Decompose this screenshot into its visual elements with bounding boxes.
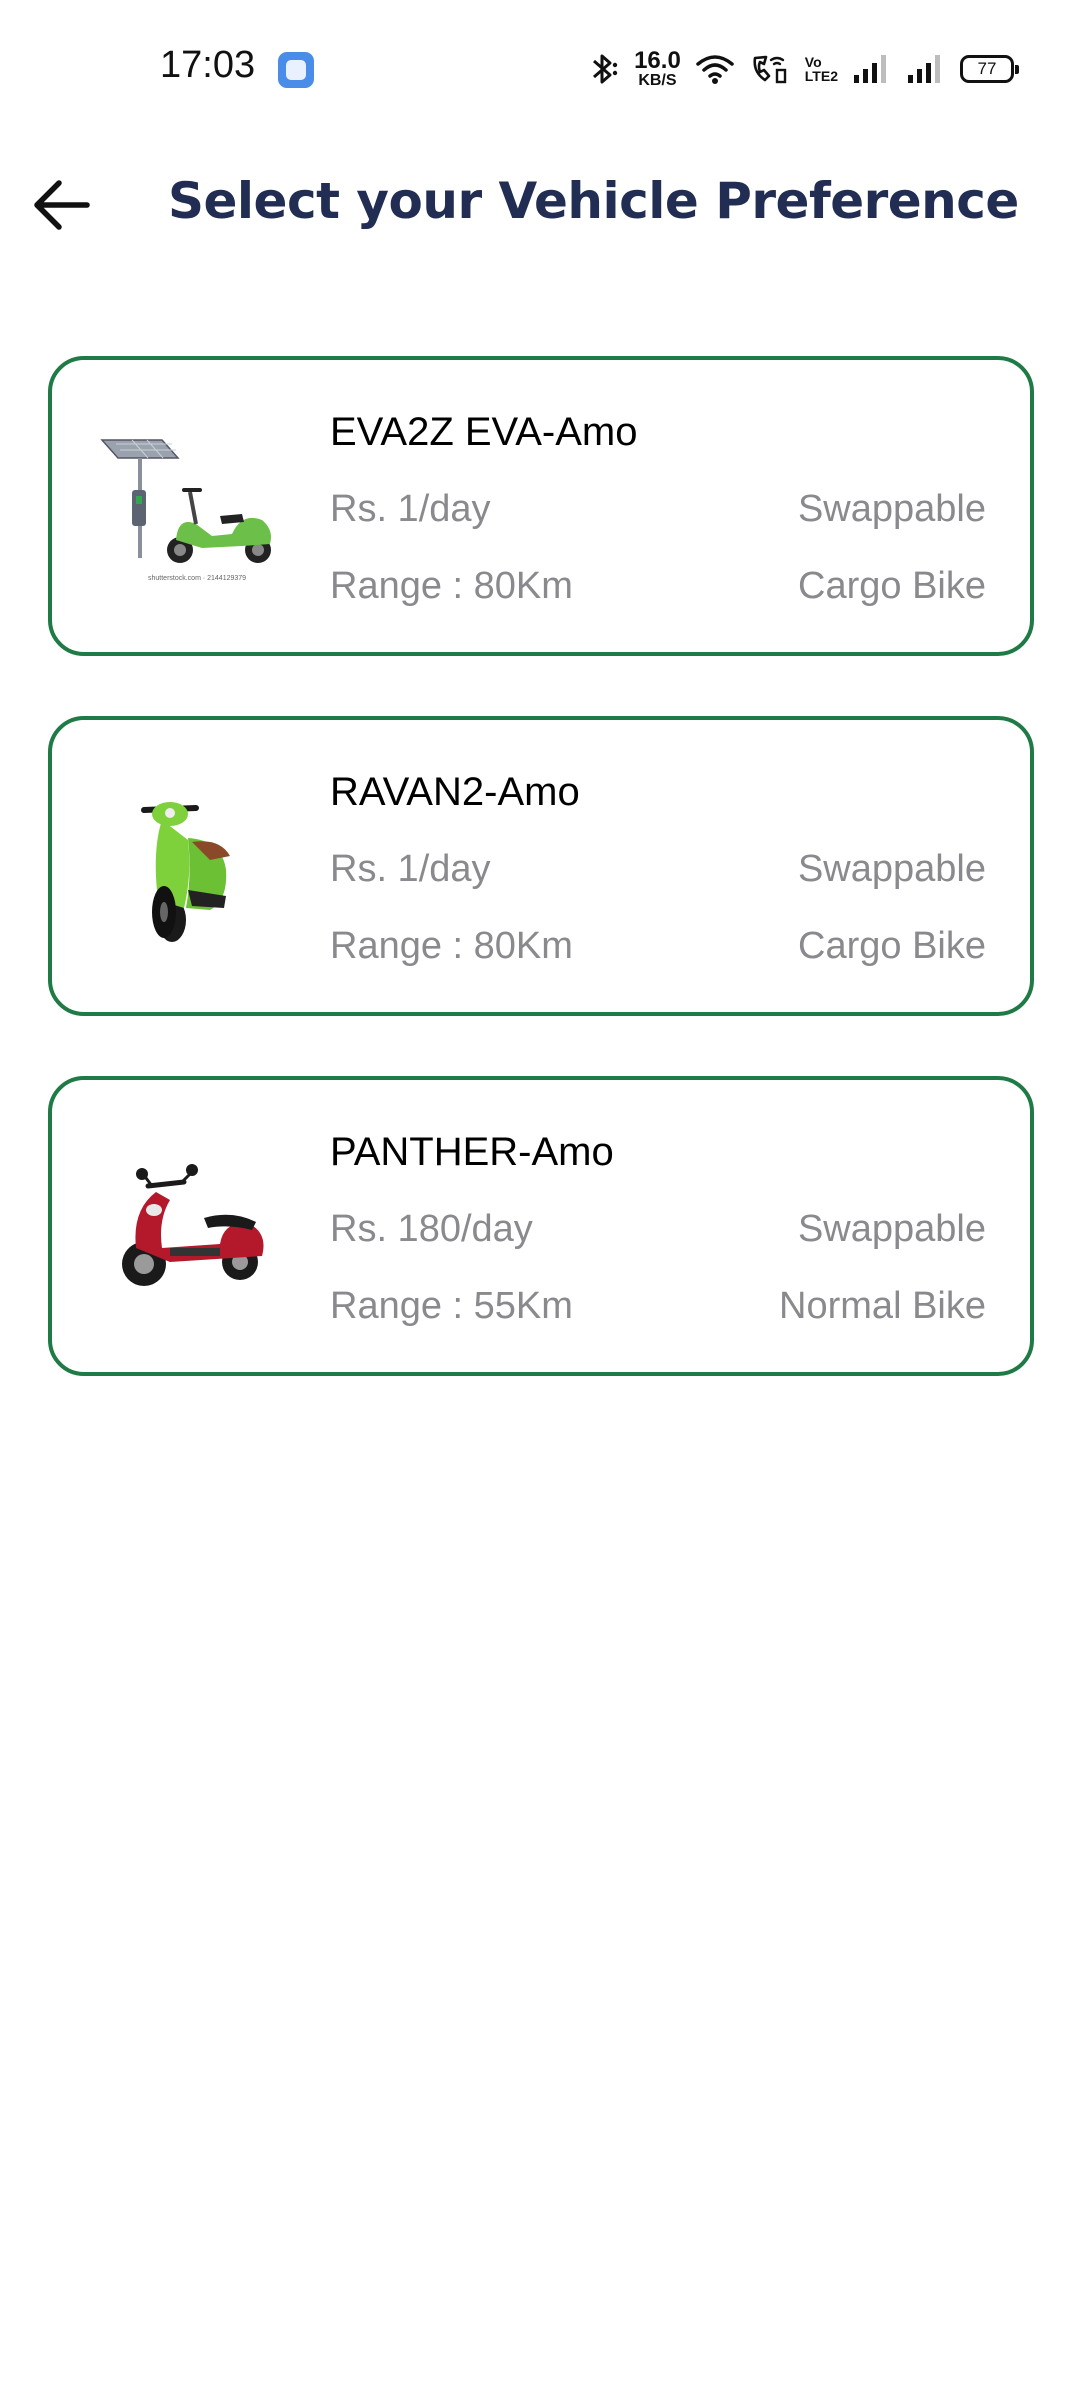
- arrow-left-icon: [34, 180, 90, 230]
- volte-indicator: Vo LTE2: [805, 55, 838, 83]
- vehicle-battery-type: Swappable: [797, 488, 986, 530]
- vehicle-card[interactable]: PANTHER-Amo Rs. 180/day Swappable Range …: [48, 1076, 1034, 1376]
- vehicle-image: [92, 780, 282, 950]
- status-time: 17:03: [160, 44, 256, 86]
- vehicle-category: Normal Bike: [779, 1285, 986, 1327]
- network-speed-unit: KB/S: [638, 72, 677, 89]
- red-scooter-image: [122, 1164, 264, 1286]
- network-speed: 16.0 KB/S: [634, 49, 681, 89]
- wifi-calling-icon: [753, 55, 786, 84]
- vehicle-price: Rs. 1/day: [330, 848, 491, 890]
- volte-top-label: Vo: [804, 54, 822, 70]
- green-scooter-front-image: [141, 802, 230, 942]
- vehicle-image: [92, 1140, 282, 1310]
- page-title: Select your Vehicle Preference: [168, 172, 1019, 230]
- vehicle-range: Range : 80Km: [330, 565, 573, 607]
- vehicle-price: Rs. 180/day: [330, 1208, 533, 1250]
- vehicle-name: EVA2Z EVA-Amo: [330, 410, 638, 454]
- volte-bottom-label: LTE2: [804, 68, 838, 84]
- vehicle-category: Cargo Bike: [798, 565, 986, 607]
- vehicle-name: RAVAN2-Amo: [330, 770, 580, 814]
- vehicle-card[interactable]: RAVAN2-Amo Rs. 1/day Swappable Range : 8…: [48, 716, 1034, 1016]
- vehicle-category: Cargo Bike: [798, 925, 986, 967]
- signal-strength-2-icon: [908, 55, 940, 83]
- svg-text:shutterstock.com · 2144129379: shutterstock.com · 2144129379: [148, 575, 246, 582]
- vehicle-price: Rs. 1/day: [330, 488, 491, 530]
- wifi-icon: [696, 55, 734, 84]
- battery-level: 77: [977, 59, 997, 78]
- vehicle-list: shutterstock.com · 2144129379 EVA2Z EVA-…: [48, 356, 1034, 1436]
- app-notification-icon: [278, 52, 314, 88]
- network-speed-value: 16.0: [634, 47, 681, 74]
- vehicle-range: Range : 55Km: [330, 1285, 573, 1327]
- status-icons: 16.0 KB/S Vo LTE2 77: [586, 46, 1019, 92]
- bluetooth-icon: [593, 54, 618, 84]
- back-button[interactable]: [22, 166, 100, 244]
- signal-strength-icon: [854, 55, 886, 83]
- vehicle-image: shutterstock.com · 2144129379: [92, 420, 282, 590]
- battery-icon: 77: [960, 55, 1019, 83]
- scooter-with-charging-station-image: shutterstock.com · 2144129379: [100, 439, 271, 582]
- status-bar: 17:03 16.0 KB/S Vo LTE2 77: [0, 0, 1080, 140]
- vehicle-card[interactable]: shutterstock.com · 2144129379 EVA2Z EVA-…: [48, 356, 1034, 656]
- vehicle-battery-type: Swappable: [797, 1208, 986, 1250]
- vehicle-name: PANTHER-Amo: [330, 1130, 614, 1174]
- vehicle-battery-type: Swappable: [797, 848, 986, 890]
- vehicle-range: Range : 80Km: [330, 925, 573, 967]
